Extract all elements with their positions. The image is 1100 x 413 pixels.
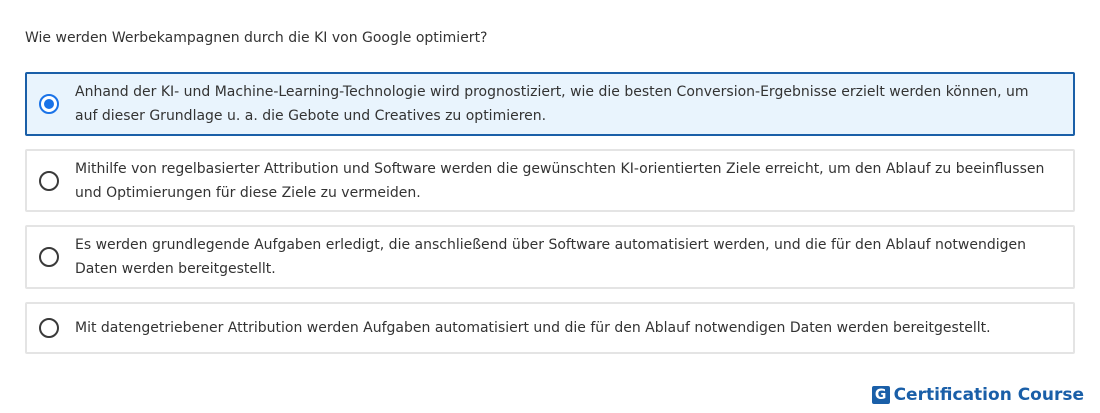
answer-option-3[interactable]: Es werden grundlegende Aufgaben erledigt… (25, 225, 1075, 289)
brand-watermark: G Certification Course (871, 385, 1084, 405)
question-text: Wie werden Werbekampagnen durch die KI v… (25, 30, 488, 46)
brand-logo-icon: G (871, 386, 890, 404)
radio-unselected-icon[interactable] (39, 170, 59, 191)
answer-option-label: Anhand der KI- und Machine-Learning-Tech… (75, 84, 1029, 124)
radio-unselected-icon[interactable] (39, 247, 59, 267)
answer-option-label: Mit datengetriebener Attribution werden … (75, 320, 991, 336)
answer-options: Anhand der KI- und Machine-Learning-Tech… (25, 72, 1075, 354)
answer-option-4[interactable]: Mit datengetriebener Attribution werden … (25, 302, 1075, 354)
answer-option-label: Es werden grundlegende Aufgaben erledigt… (75, 237, 1027, 277)
brand-name: Certification Course (893, 385, 1084, 405)
answer-option-1[interactable]: Anhand der KI- und Machine-Learning-Tech… (25, 72, 1075, 136)
radio-selected-icon[interactable] (39, 94, 59, 114)
answer-option-2[interactable]: Mithilfe von regelbasierter Attribution … (25, 149, 1075, 212)
radio-unselected-icon[interactable] (39, 318, 59, 338)
answer-option-label: Mithilfe von regelbasierter Attribution … (75, 160, 1045, 201)
